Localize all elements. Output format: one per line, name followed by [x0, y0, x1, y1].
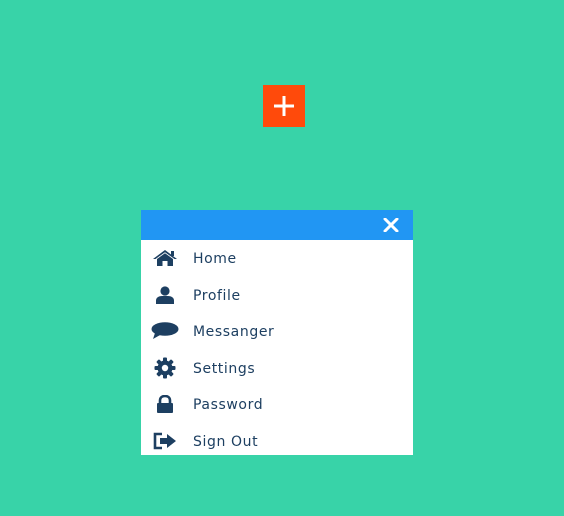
menu-item-label: Messanger [193, 324, 275, 340]
gear-icon [151, 357, 179, 379]
menu-item-label: Password [193, 397, 264, 413]
plus-icon [274, 96, 294, 116]
menu-item-sign-out[interactable]: Sign Out [141, 423, 413, 460]
menu-item-messanger[interactable]: Messanger [141, 313, 413, 350]
menu-item-settings[interactable]: Settings [141, 350, 413, 387]
menu-item-label: Home [193, 251, 237, 267]
chat-bubble-icon [151, 320, 179, 342]
close-button[interactable] [382, 216, 400, 234]
menu-item-label: Sign Out [193, 433, 259, 450]
menu-header [141, 210, 413, 240]
menu-item-password[interactable]: Password [141, 386, 413, 423]
menu-item-label: Profile [193, 287, 241, 304]
home-icon [151, 247, 179, 269]
user-icon [151, 284, 179, 306]
menu-item-home[interactable]: Home [141, 240, 413, 277]
close-icon [383, 218, 399, 232]
lock-icon [151, 393, 179, 415]
menu-item-label: Settings [193, 360, 256, 377]
menu-panel: Home Profile Messanger Settings Password… [141, 210, 413, 455]
sign-out-icon [151, 430, 179, 452]
add-button[interactable] [263, 85, 305, 127]
menu-list: Home Profile Messanger Settings Password… [141, 240, 413, 459]
menu-item-profile[interactable]: Profile [141, 277, 413, 314]
